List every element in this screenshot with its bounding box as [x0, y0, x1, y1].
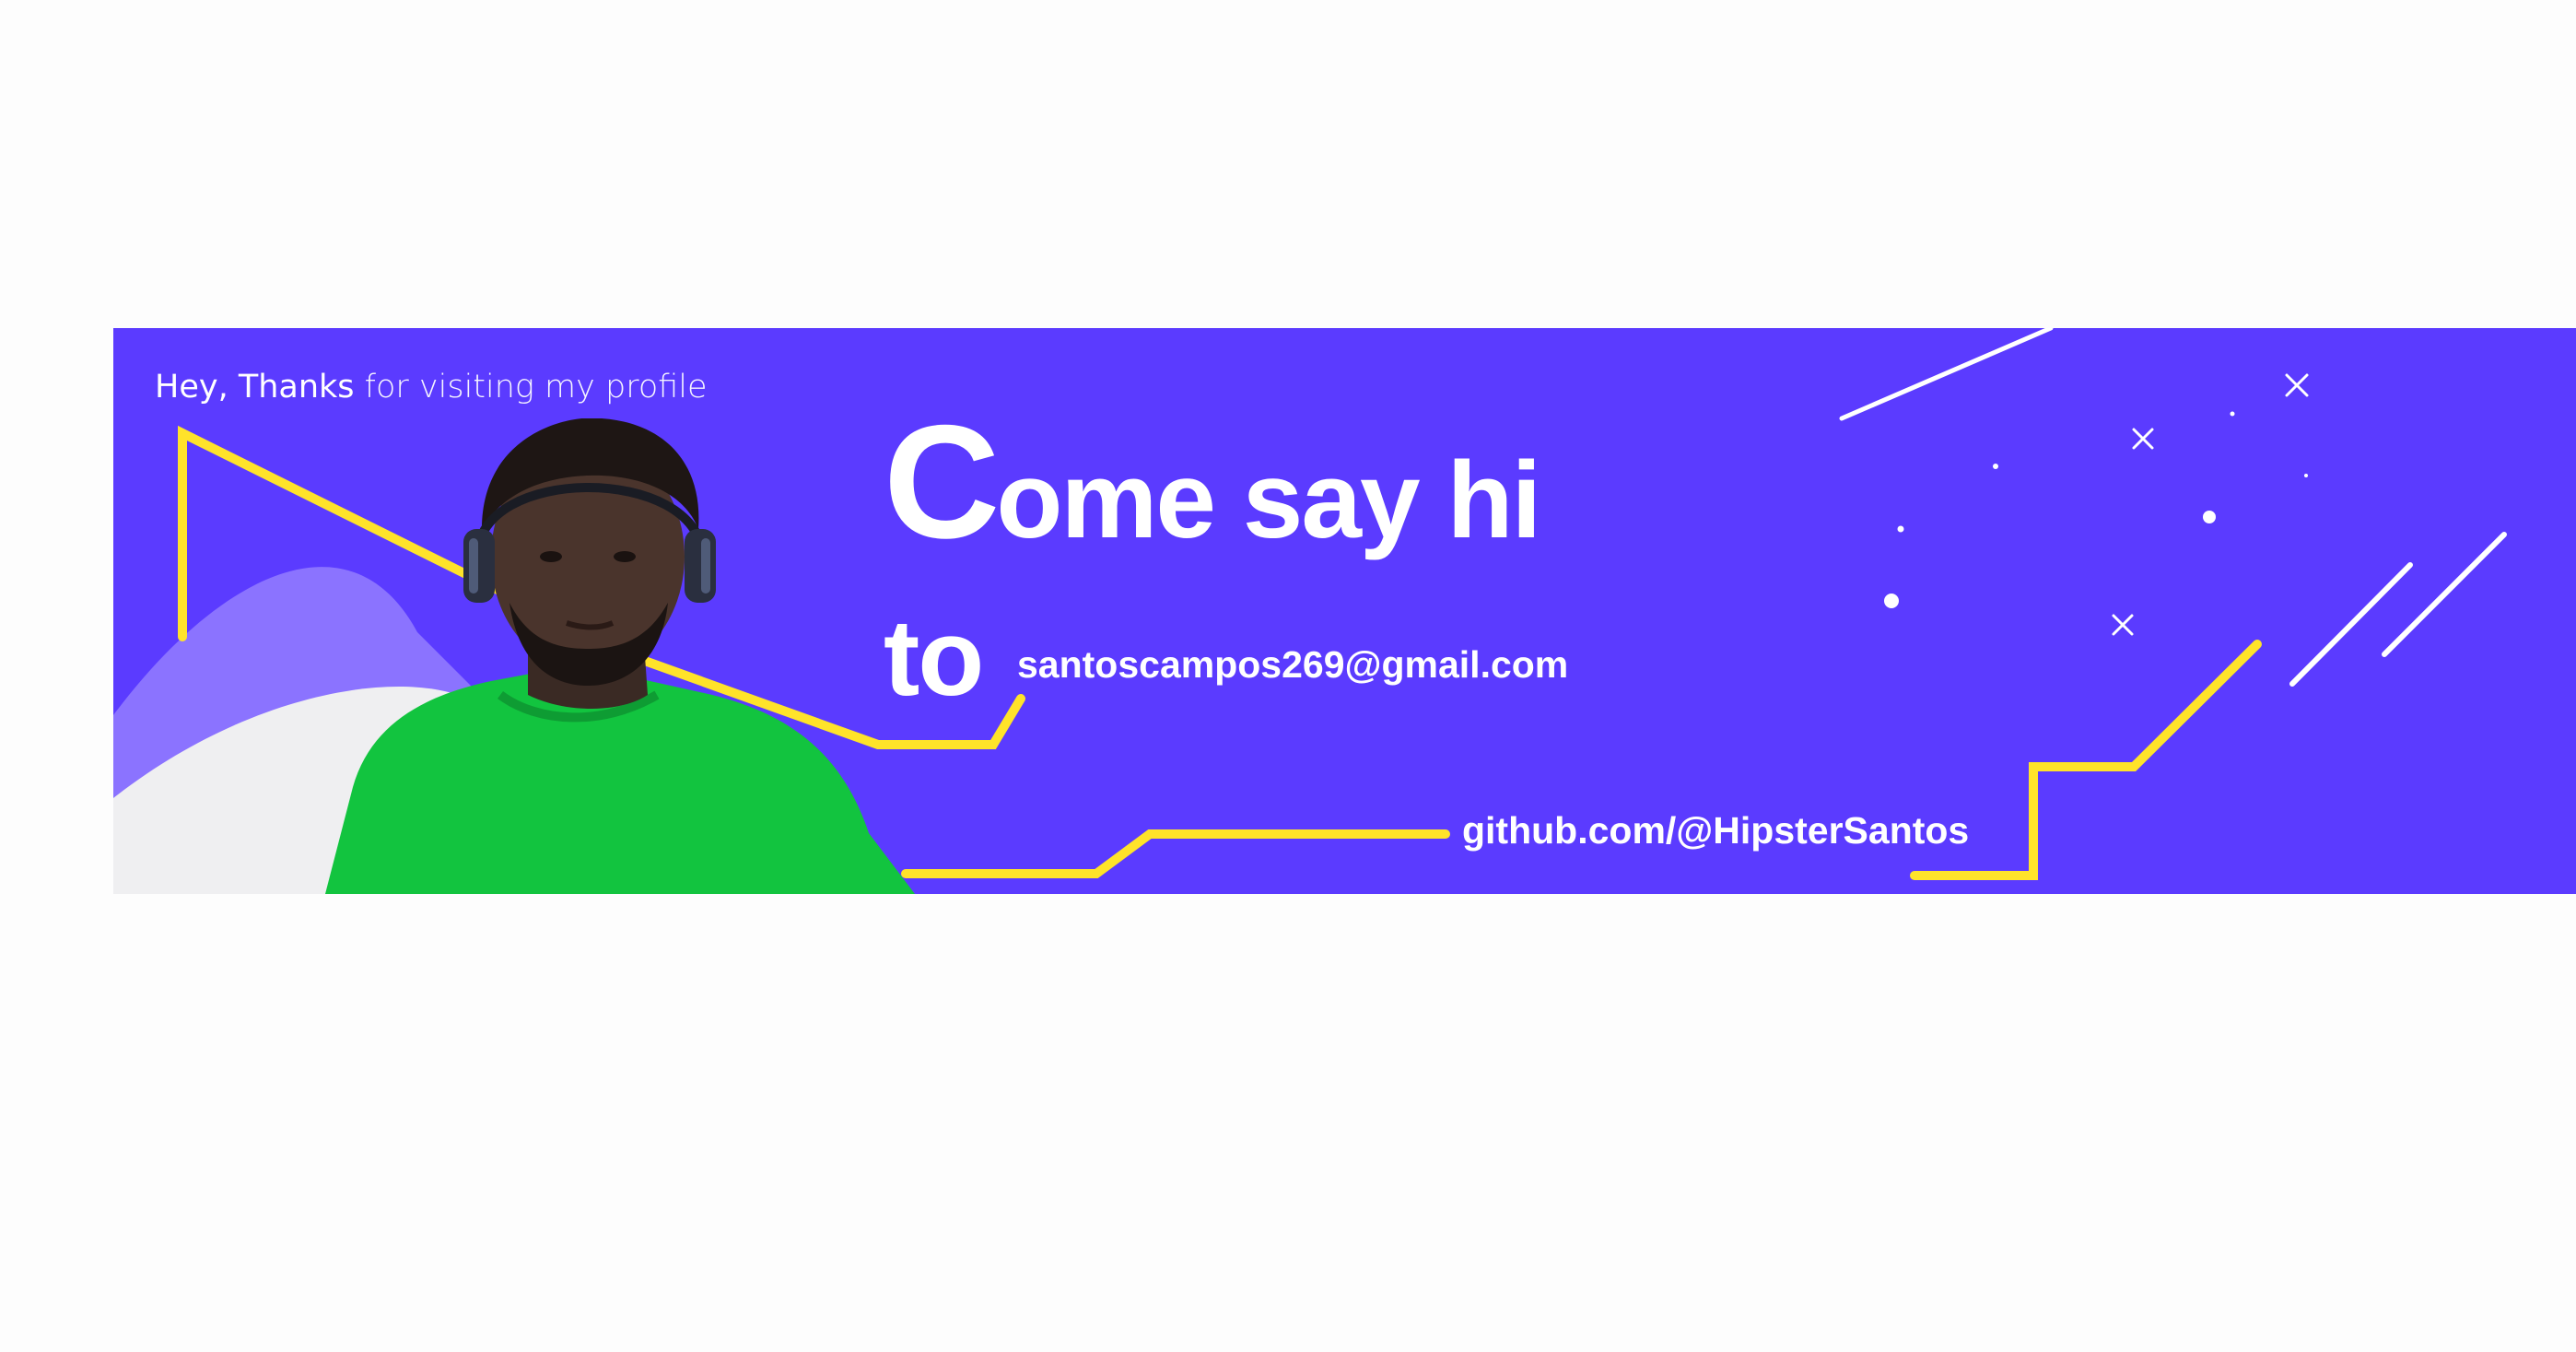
github-link[interactable]: github.com/@HipsterSantos — [1462, 809, 1969, 852]
page: Hey, Thanks for visiting my profile Come… — [0, 0, 2576, 1352]
headline-rest: ome say hi — [996, 440, 1541, 561]
greeting-text: Hey, Thanks for visiting my profile — [155, 369, 708, 406]
email-link[interactable]: santoscampos269@gmail.com — [1017, 643, 1568, 687]
profile-banner: Hey, Thanks for visiting my profile Come… — [113, 328, 2576, 894]
headline: Come say hi — [884, 402, 1541, 563]
sparkle-x-icon — [2112, 373, 2309, 636]
yellow-bottom-line — [901, 829, 1450, 878]
headline-cap: C — [884, 393, 1000, 572]
greeting-strong: Hey, Thanks — [155, 369, 355, 406]
diagonal-line — [2382, 532, 2507, 657]
diagonal-line — [1839, 328, 2054, 421]
diagonal-line — [2289, 562, 2413, 687]
profile-photo — [325, 418, 915, 894]
dot-decorations — [1884, 411, 2308, 608]
greeting-light: for visiting my profile — [354, 369, 708, 406]
to-line: to — [884, 595, 984, 721]
to-word: to — [884, 597, 984, 719]
